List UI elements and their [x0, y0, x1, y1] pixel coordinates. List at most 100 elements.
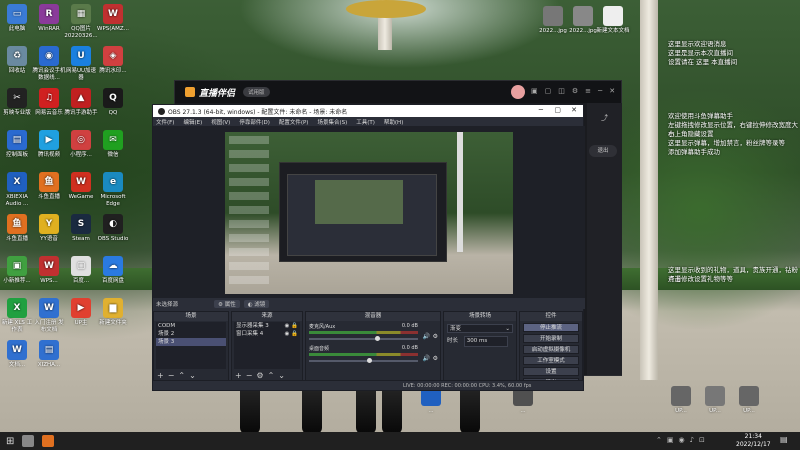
close-button[interactable]: ✕: [571, 106, 577, 114]
desktop-icon[interactable]: 鱼斗鱼直播: [32, 172, 66, 201]
desktop-icon[interactable]: ◈ 腾讯水印...: [96, 46, 130, 75]
desktop-icon-glyph: X: [7, 172, 27, 192]
desktop-icon[interactable]: W 入门注册 发布文档: [32, 298, 66, 333]
properties-button[interactable]: ⚙ 属性: [214, 299, 240, 308]
desktop-icon[interactable]: ▤ XIZHA...: [32, 340, 66, 369]
desktop-icon-label: Microsoft Edge: [100, 194, 126, 207]
avatar[interactable]: [511, 85, 525, 99]
desktop-icon[interactable]: ▤ 控制面板: [0, 130, 34, 159]
sources-list[interactable]: ◉ 🔒 显示器采集 3 ◉ 🔒 窗口采集 4: [234, 322, 300, 369]
scene-item[interactable]: 场景 3: [156, 338, 226, 346]
source-visibility-lock-icons[interactable]: ◉ 🔒: [285, 322, 298, 330]
scene-item[interactable]: CODM: [156, 322, 226, 330]
desktop-icon[interactable]: Y YY语音: [32, 214, 66, 243]
desktop-icon[interactable]: ☁ 百度网盘: [96, 256, 130, 285]
transition-select[interactable]: 渐变 ⌄: [447, 324, 513, 333]
taskbar-app-icon[interactable]: [42, 435, 55, 447]
live-helper-badge[interactable]: 试用版: [243, 87, 270, 97]
desktop-icon[interactable]: X XBIEXIA Audio ...: [0, 172, 34, 207]
filters-button[interactable]: ◐ 滤镜: [243, 299, 270, 308]
maximize-button[interactable]: ▢: [554, 106, 561, 114]
desktop-icon[interactable]: 2022...jpg: [566, 6, 600, 35]
desktop-icon[interactable]: 2022...jpg: [536, 6, 570, 35]
share-icon[interactable]: ⤴: [601, 113, 608, 123]
desktop-icon-glyph: ♻: [7, 46, 27, 66]
desktop-icon[interactable]: ◉ 腾讯会议手机数据线...: [32, 46, 66, 81]
scene-item[interactable]: 场景 2: [156, 330, 226, 338]
desktop-icon[interactable]: ✂ 剪映专业版: [0, 88, 34, 117]
desktop-icon[interactable]: UP...: [698, 386, 732, 415]
desktop-icon[interactable]: UP...: [664, 386, 698, 415]
menu-item[interactable]: 编辑(E): [183, 118, 202, 126]
desktop-icon[interactable]: W WPS(AMZ...: [96, 4, 130, 33]
desktop-icon[interactable]: ▢ 百度...: [64, 256, 98, 285]
control-button[interactable]: 开始录制: [523, 334, 579, 343]
live-helper-window-controls[interactable]: ▣▢◫⚙≡─✕: [531, 87, 622, 95]
desktop-icon[interactable]: R WinRAR: [32, 4, 66, 33]
menu-item[interactable]: 帮助(H): [384, 118, 403, 126]
menu-item[interactable]: 视图(V): [211, 118, 230, 126]
source-item[interactable]: ◉ 🔒 显示器采集 3: [234, 322, 300, 330]
volume-slider[interactable]: [309, 336, 418, 341]
desktop-icon[interactable]: ▲ 腾讯手游助手: [64, 88, 98, 117]
scenes-list[interactable]: CODM 场景 2 场景 3: [156, 322, 226, 369]
control-button[interactable]: 设置: [523, 367, 579, 376]
desktop-icon[interactable]: UP...: [732, 386, 766, 415]
desktop-icon-label: OBS Studio: [97, 236, 129, 242]
desktop-icon[interactable]: e Microsoft Edge: [96, 172, 130, 207]
desktop-icon[interactable]: W WPS...: [32, 256, 66, 285]
volume-slider-knob[interactable]: [366, 358, 372, 363]
desktop-icon[interactable]: ◐ OBS Studio: [96, 214, 130, 243]
obs-preview-area[interactable]: [153, 126, 585, 298]
desktop-icon[interactable]: X 新建 XLS 工作表: [0, 298, 34, 333]
speaker-icon[interactable]: 🔊: [423, 355, 430, 362]
taskbar-app-icon[interactable]: [22, 435, 35, 447]
control-button[interactable]: 启动虚拟摄像机: [523, 345, 579, 354]
source-label: 显示器采集 3: [236, 323, 269, 329]
minimize-button[interactable]: ─: [539, 106, 543, 114]
desktop-icon[interactable]: ▶ UP主: [64, 298, 98, 327]
obs-window[interactable]: OBS 27.1.3 (64-bit, windows) - 配置文件: 未命名…: [152, 104, 585, 391]
obs-preview-canvas[interactable]: [225, 132, 513, 294]
desktop-icon[interactable]: ▆ 新建文件夹: [96, 298, 130, 327]
duration-input[interactable]: 300 ms: [463, 336, 508, 347]
menu-item[interactable]: 场景集合(S): [317, 118, 347, 126]
desktop-icon[interactable]: ▭ 此电脑: [0, 4, 34, 33]
desktop-icon[interactable]: ♻ 回收站: [0, 46, 34, 75]
desktop-icon[interactable]: S Steam: [64, 214, 98, 243]
desktop-icon[interactable]: ▣ 小新推荐...: [0, 256, 34, 285]
menu-item[interactable]: 文件(F): [156, 118, 174, 126]
desktop-icon[interactable]: ◎ 小程序...: [64, 130, 98, 159]
desktop-icon[interactable]: ▶ 腾讯视频: [32, 130, 66, 159]
notification-icon[interactable]: ▤: [780, 435, 788, 444]
desktop-icon[interactable]: W 文档...: [0, 340, 34, 369]
volume-slider-knob[interactable]: [374, 336, 380, 341]
menu-item[interactable]: 工具(T): [356, 118, 375, 126]
desktop-icon[interactable]: 新建文本文档: [596, 6, 630, 35]
taskbar-clock[interactable]: 21:34 2022/12/17: [736, 433, 771, 448]
gear-icon[interactable]: ⚙: [433, 355, 438, 362]
control-button[interactable]: 工作室模式: [523, 356, 579, 365]
source-item[interactable]: ◉ 🔒 窗口采集 4: [234, 330, 300, 338]
menu-item[interactable]: 停靠部件(D): [239, 118, 270, 126]
speaker-icon[interactable]: 🔊: [423, 333, 430, 340]
windows-start-icon[interactable]: ⊞: [6, 436, 14, 447]
control-button[interactable]: 停止推流: [523, 323, 579, 332]
live-helper-titlebar[interactable]: 直播伴侣 试用版 ▣▢◫⚙≡─✕: [175, 81, 621, 103]
desktop-icon[interactable]: Q QQ: [96, 88, 130, 117]
menu-item[interactable]: 配置文件(P): [279, 118, 309, 126]
desktop-icon[interactable]: W WeGame: [64, 172, 98, 201]
desktop-icon[interactable]: 鱼斗鱼直播: [0, 214, 34, 243]
desktop-icon[interactable]: ▦ QQ图片20220326...: [64, 4, 98, 39]
gear-icon[interactable]: ⚙: [433, 333, 438, 340]
sources-dock: 来源 ◉ 🔒 显示器采集 3 ◉ 🔒 窗口采集 4 +−⚙⌃⌄: [231, 311, 303, 382]
volume-slider[interactable]: [309, 358, 418, 363]
desktop-icon[interactable]: U 网易UU加速器: [64, 46, 98, 81]
desktop-icon[interactable]: ✉ 微信: [96, 130, 130, 159]
tray-icons[interactable]: ⌃▣◉♪⊡: [656, 436, 710, 444]
obs-titlebar[interactable]: OBS 27.1.3 (64-bit, windows) - 配置文件: 未命名…: [153, 105, 583, 117]
desktop-icon[interactable]: ♫ 网易云音乐: [32, 88, 66, 117]
taskbar: ⊞ ⌃▣◉♪⊡ 21:34 2022/12/17 ▤: [0, 432, 800, 450]
source-visibility-lock-icons[interactable]: ◉ 🔒: [285, 330, 298, 338]
live-helper-exit-button[interactable]: 退出: [589, 145, 617, 157]
